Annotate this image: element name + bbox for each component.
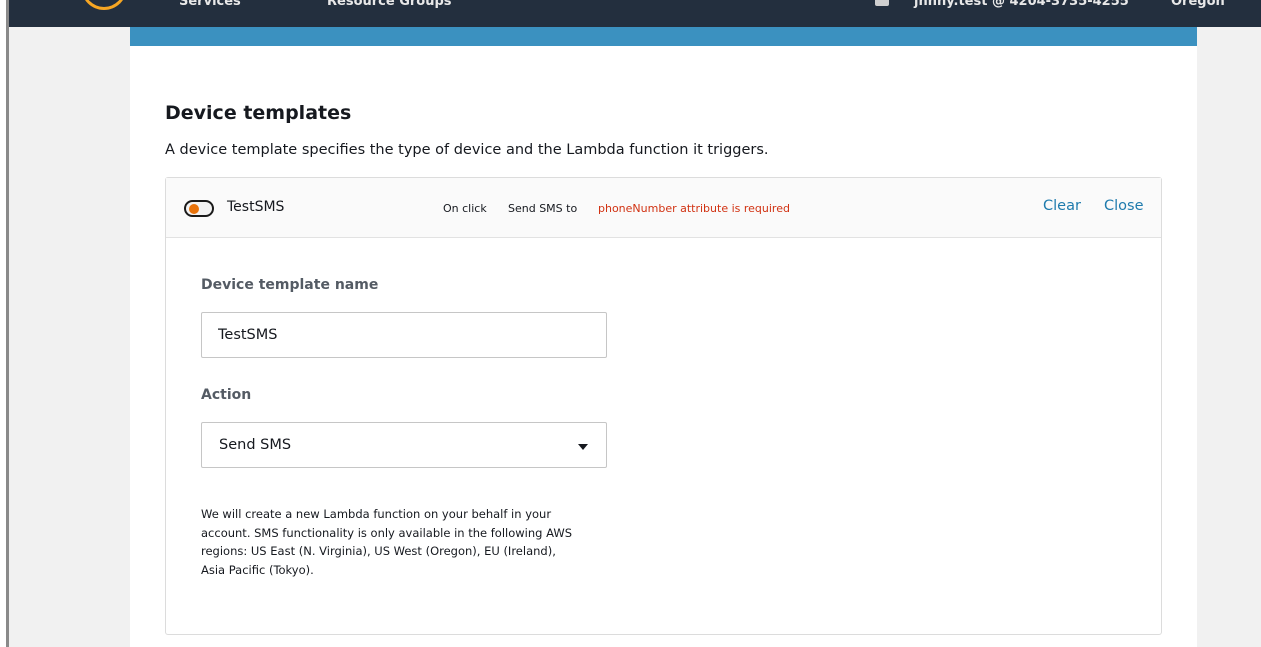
action-summary: Send SMS to bbox=[508, 202, 578, 215]
validation-error-message: phoneNumber attribute is required bbox=[598, 202, 790, 215]
toggle-knob-icon bbox=[189, 204, 199, 214]
nav-region-menu[interactable]: Oregon bbox=[1171, 0, 1225, 9]
clear-link[interactable]: Clear bbox=[1043, 198, 1081, 214]
device-template-panel: TestSMS On click Send SMS to phoneNumber… bbox=[165, 177, 1162, 635]
section-title: Device templates bbox=[165, 102, 352, 124]
caret-down-icon bbox=[578, 444, 588, 450]
blue-banner bbox=[130, 27, 1197, 46]
notifications-bell-icon[interactable] bbox=[875, 0, 889, 6]
close-link[interactable]: Close bbox=[1104, 198, 1144, 214]
top-navigation-bar: Services Resource Groups jhnny.test @ 42… bbox=[9, 0, 1261, 27]
action-label: Action bbox=[201, 387, 252, 403]
on-click-label: On click bbox=[443, 202, 487, 215]
section-description: A device template specifies the type of … bbox=[165, 142, 769, 158]
action-select-value: Send SMS bbox=[219, 437, 292, 453]
nav-account-menu[interactable]: jhnny.test @ 4204-3735-4255 bbox=[914, 0, 1129, 9]
template-toggle-switch[interactable] bbox=[184, 200, 214, 217]
template-name-input[interactable] bbox=[201, 312, 607, 358]
template-name-heading: TestSMS bbox=[227, 199, 285, 215]
nav-services-menu[interactable]: Services bbox=[179, 0, 241, 9]
action-select[interactable]: Send SMS bbox=[201, 422, 607, 468]
window-left-edge bbox=[0, 0, 9, 647]
aws-logo-icon[interactable] bbox=[81, 0, 127, 10]
main-content-card: Device templates A device template speci… bbox=[130, 27, 1197, 647]
device-template-header: TestSMS On click Send SMS to phoneNumber… bbox=[166, 178, 1161, 238]
lambda-help-text: We will create a new Lambda function on … bbox=[201, 507, 573, 577]
nav-resource-groups-menu[interactable]: Resource Groups bbox=[327, 0, 452, 9]
template-name-label: Device template name bbox=[201, 277, 379, 293]
